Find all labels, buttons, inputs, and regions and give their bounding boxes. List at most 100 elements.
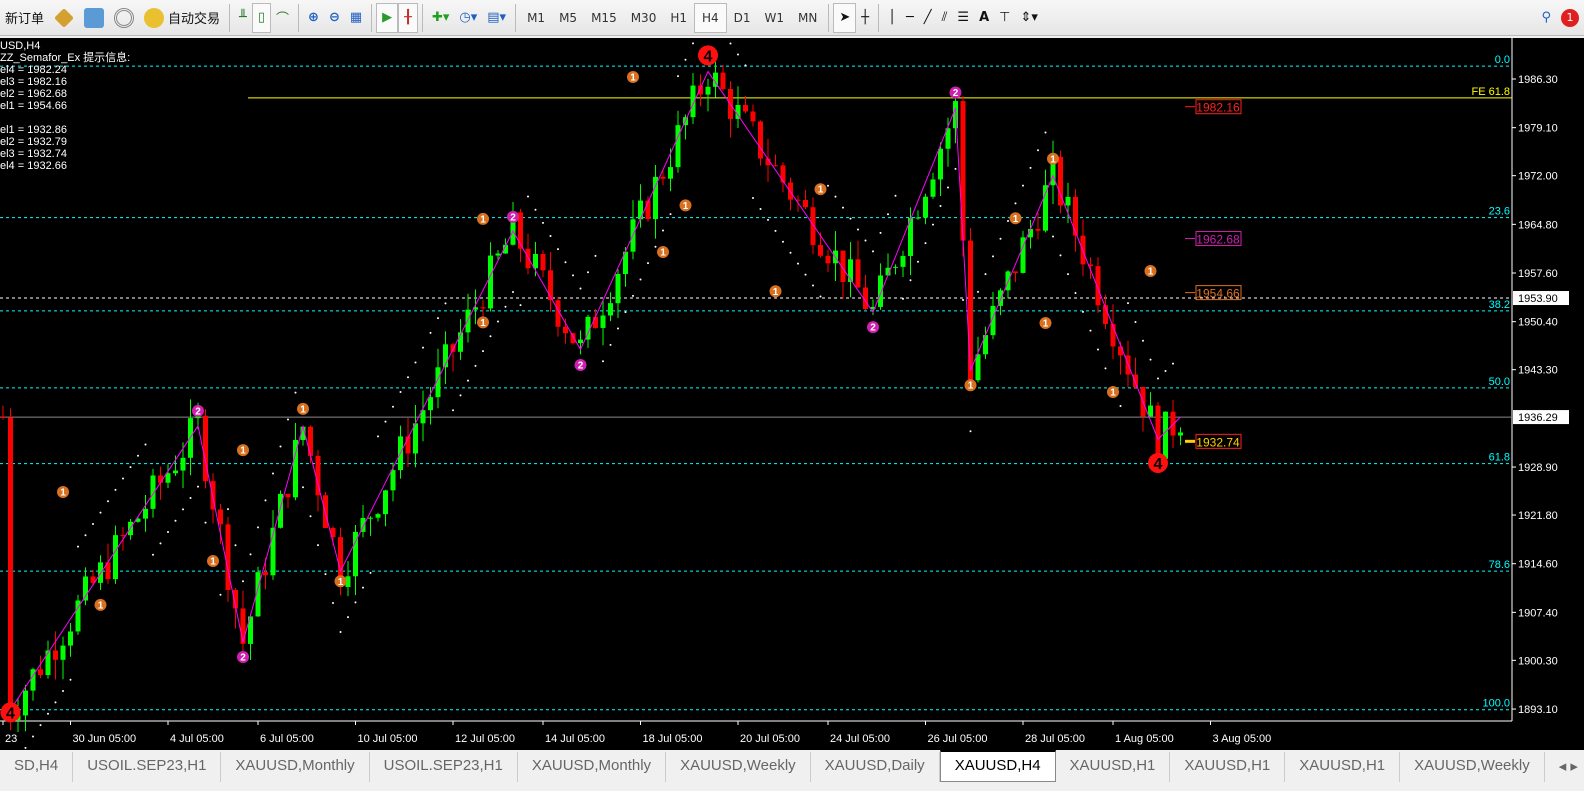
chart-tab[interactable]: XAUUSD,H4	[939, 750, 1056, 782]
price-tick-label: 1972.00	[1518, 171, 1558, 183]
time-label: 12 Jul 05:00	[455, 733, 515, 745]
tab-scroll-arrows[interactable]: ◂ ▸	[1545, 752, 1584, 782]
parabolic-sar-dot	[662, 229, 664, 232]
horizontal-line-button[interactable]: ─	[901, 3, 919, 33]
chart-tab[interactable]: XAUUSD,Monthly	[221, 752, 370, 782]
price-tick-label: 1921.80	[1518, 510, 1558, 522]
tf-m1[interactable]: M1	[520, 3, 552, 33]
equidistant-channel-button[interactable]: ⫽	[937, 3, 953, 33]
metaeditor-button[interactable]	[49, 3, 79, 33]
price-tick-label: 1957.60	[1518, 268, 1558, 280]
vertical-line-button[interactable]: │	[883, 3, 901, 33]
fib-level-label: 50.0	[1489, 376, 1510, 388]
candle-body	[1095, 266, 1101, 306]
crosshair-button[interactable]: ┼	[856, 3, 874, 33]
cursor-button[interactable]: ➤	[833, 2, 857, 33]
parabolic-sar-dot	[429, 331, 432, 334]
time-label: 3 Aug 05:00	[1213, 733, 1272, 745]
parabolic-sar-dot	[497, 320, 499, 323]
bar-chart-button[interactable]: ╨	[234, 3, 252, 33]
chart-shift-button[interactable]: ╂	[398, 2, 418, 33]
price-chart[interactable]: 0.0 23.6 38.2 50.0 61.8 78.6 100.0 FE 61.8 4 4 4 2 2…	[0, 9, 1584, 761]
semafor-number: 1	[98, 600, 104, 611]
parabolic-sar-dot	[294, 391, 297, 394]
candle-body	[173, 470, 178, 474]
price-highlight-label: 1936.29	[1518, 412, 1558, 424]
text-label-button[interactable]: ⊤	[994, 3, 1015, 33]
separator	[828, 3, 830, 32]
tf-mn[interactable]: MN	[791, 3, 824, 33]
chart-tab[interactable]: XAUUSD,Daily	[811, 752, 940, 782]
price-tick-label: 1928.90	[1518, 462, 1558, 474]
candlestick-button[interactable]: ▯	[251, 2, 272, 33]
search-button[interactable]: ⚲	[1536, 3, 1556, 33]
candle-body	[810, 207, 816, 245]
parabolic-sar-dot	[549, 234, 552, 237]
zoom-out-button[interactable]: ⊖	[324, 3, 345, 33]
chart-tab[interactable]: USOIL.SEP23,H1	[370, 752, 518, 782]
parabolic-sar-dot	[474, 364, 477, 367]
parabolic-sar-dot	[617, 327, 619, 330]
semafor-number: 1	[1050, 154, 1056, 165]
arrows-button[interactable]: ⇕▾	[1015, 3, 1042, 33]
tf-m5[interactable]: M5	[552, 3, 584, 33]
parabolic-sar-dot	[279, 445, 282, 448]
chart-tab[interactable]: XAUUSD,H1	[1285, 752, 1401, 782]
terminal-button[interactable]	[79, 3, 109, 33]
text-button[interactable]: A	[974, 3, 994, 33]
parabolic-sar-dot	[512, 290, 514, 293]
parabolic-sar-dot	[152, 553, 154, 556]
tf-w1[interactable]: W1	[758, 3, 792, 33]
semafor-number: 1	[683, 201, 689, 212]
new-order-button[interactable]: 新订单	[0, 3, 49, 33]
line-chart-icon: ⌒	[276, 12, 290, 27]
fibonacci-button[interactable]: ☰	[952, 3, 974, 33]
parabolic-sar-dot	[752, 197, 754, 200]
chart-tab[interactable]: XAUUSD,Monthly	[518, 752, 667, 782]
parabolic-sar-dot	[482, 350, 484, 353]
notifications-button[interactable]: 1	[1556, 3, 1584, 33]
semafor-number: 1	[1148, 266, 1154, 277]
templates-button[interactable]: ▤▾	[482, 3, 511, 33]
trendline-button[interactable]: ╱	[919, 3, 937, 33]
candle-body	[780, 165, 786, 183]
tf-m30[interactable]: M30	[624, 3, 664, 33]
tf-h1[interactable]: H1	[663, 3, 694, 33]
tf-h4[interactable]: H4	[694, 2, 727, 33]
tf-d1[interactable]: D1	[727, 3, 758, 33]
tile-windows-button[interactable]: ▦	[345, 3, 367, 33]
upper-level: el1 = 1954.66	[0, 100, 67, 112]
signals-button[interactable]	[109, 3, 139, 33]
line-chart-button[interactable]: ⌒	[271, 3, 294, 33]
parabolic-sar-dot	[362, 586, 364, 589]
parabolic-sar-dot	[564, 261, 567, 264]
auto-trading-label: 自动交易	[168, 12, 221, 27]
price-tick-label: 1900.30	[1518, 655, 1558, 667]
candle-body	[720, 72, 726, 89]
chart-tab[interactable]: XAUUSD,Weekly	[666, 752, 811, 782]
parabolic-sar-dot	[639, 278, 642, 281]
parabolic-sar-dot	[782, 240, 784, 243]
zoom-in-button[interactable]: ⊕	[303, 3, 324, 33]
candle-body	[608, 303, 613, 316]
candle-body	[855, 259, 861, 288]
auto-trading-button[interactable]: 自动交易	[139, 3, 225, 33]
chart-tab[interactable]: SD,H4	[0, 752, 74, 782]
parabolic-sar-dot	[902, 297, 904, 300]
periods-button[interactable]: ◷▾	[454, 3, 482, 33]
parabolic-sar-dot	[527, 195, 529, 198]
tf-m15[interactable]: M15	[584, 3, 624, 33]
time-label: 26 Jul 05:00	[928, 733, 988, 745]
candle-body	[960, 101, 966, 241]
chart-tab[interactable]: XAUUSD,Weekly	[1400, 752, 1545, 782]
auto-scroll-button[interactable]: ▶	[376, 2, 399, 33]
parabolic-sar-dot	[999, 237, 1002, 240]
chart-tab[interactable]: USOIL.SEP23,H1	[73, 752, 222, 782]
chart-tab[interactable]: XAUUSD,H1	[1056, 752, 1171, 782]
candle-body	[578, 339, 583, 344]
candle-body	[675, 125, 681, 168]
chart-tab[interactable]: XAUUSD,H1	[1170, 752, 1286, 782]
parabolic-sar-dot	[107, 500, 109, 503]
indicators-button[interactable]: ✚▾	[427, 3, 454, 33]
parabolic-sar-dot	[332, 602, 334, 605]
